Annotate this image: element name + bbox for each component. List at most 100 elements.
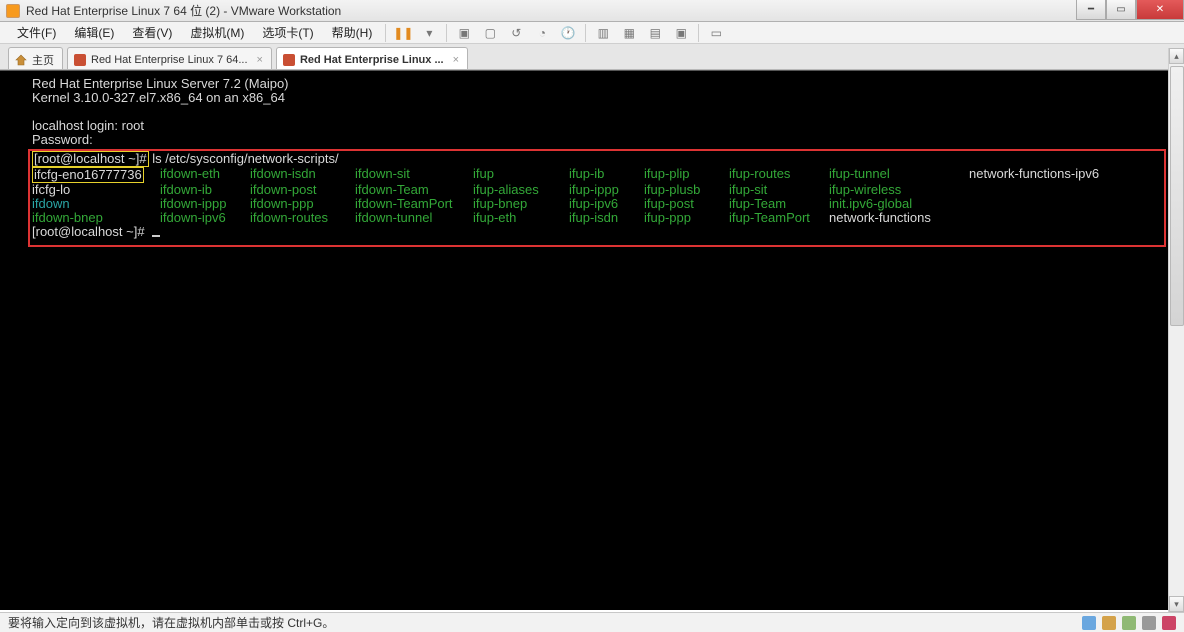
scroll-thumb[interactable]	[1170, 66, 1184, 326]
scroll-up-icon[interactable]: ▴	[1169, 48, 1184, 64]
ls-entry: ifup-routes	[729, 167, 829, 181]
home-icon	[15, 54, 27, 66]
dropdown-icon[interactable]: ▾	[421, 25, 437, 41]
ls-entry: ifup-Team	[729, 197, 829, 211]
menu-vm[interactable]: 虚拟机(M)	[181, 22, 253, 43]
tab-vm-1[interactable]: Red Hat Enterprise Linux 7 64... ×	[67, 47, 272, 69]
statusbar: 要将输入定向到该虚拟机，请在虚拟机内部单击或按 Ctrl+G。	[0, 612, 1184, 632]
device-icon[interactable]	[1082, 616, 1096, 630]
terminal-view[interactable]: Red Hat Enterprise Linux Server 7.2 (Mai…	[0, 70, 1184, 610]
ls-entry: ifup-aliases	[473, 183, 569, 197]
device-icon[interactable]	[1162, 616, 1176, 630]
separator	[585, 24, 586, 42]
ls-entry: ifup-wireless	[829, 183, 969, 197]
highlight-region: [root@localhost ~]# ls /etc/sysconfig/ne…	[28, 149, 1166, 247]
vertical-scrollbar[interactable]: ▴ ▾	[1168, 48, 1184, 612]
banner-line: Red Hat Enterprise Linux Server 7.2 (Mai…	[32, 77, 289, 91]
fullscreen-icon[interactable]: ▣	[673, 25, 689, 41]
status-text: 要将输入定向到该虚拟机，请在虚拟机内部单击或按 Ctrl+G。	[8, 614, 334, 631]
ls-entry: ifup-plusb	[644, 183, 729, 197]
ls-entry: network-functions-ipv6	[969, 167, 1149, 181]
menu-file[interactable]: 文件(F)	[8, 22, 65, 43]
ls-entry: ifup-post	[644, 197, 729, 211]
device-icon[interactable]	[1142, 616, 1156, 630]
shell-prompt: [root@localhost ~]#	[32, 225, 145, 239]
ls-entry: ifdown-ib	[160, 183, 250, 197]
close-button[interactable]: ✕	[1136, 0, 1184, 20]
ls-entry: ifdown-TeamPort	[355, 197, 473, 211]
ls-entry: ifdown-eth	[160, 167, 250, 181]
ls-entry: ifup-ib	[569, 167, 644, 181]
ls-entry: ifup-sit	[729, 183, 829, 197]
manage-icon[interactable]: ◔	[534, 25, 550, 41]
ls-entry: ifup	[473, 167, 569, 181]
separator	[698, 24, 699, 42]
vm-icon	[74, 54, 86, 66]
menu-view[interactable]: 查看(V)	[123, 22, 181, 43]
ls-entry: ifdown-bnep	[32, 211, 160, 225]
app-icon	[6, 4, 20, 18]
menu-help[interactable]: 帮助(H)	[323, 22, 382, 43]
pause-icon[interactable]: ❚❚	[395, 25, 411, 41]
separator	[385, 24, 386, 42]
ls-entry: ifup-eth	[473, 211, 569, 225]
screenshot-icon[interactable]: ▢	[482, 25, 498, 41]
clock-icon[interactable]: 🕐	[560, 25, 576, 41]
tab-label: Red Hat Enterprise Linux 7 64...	[91, 54, 248, 66]
window-title: Red Hat Enterprise Linux 7 64 位 (2) - VM…	[26, 2, 341, 19]
window-titlebar: Red Hat Enterprise Linux 7 64 位 (2) - VM…	[0, 0, 1184, 22]
close-tab-icon[interactable]: ×	[253, 54, 263, 66]
ls-entry: ifdown-routes	[250, 211, 355, 225]
tabstrip: 主页 Red Hat Enterprise Linux 7 64... × Re…	[0, 44, 1184, 70]
menu-edit[interactable]: 编辑(E)	[65, 22, 123, 43]
revert-icon[interactable]: ↺	[508, 25, 524, 41]
ls-entry: ifup-plip	[644, 167, 729, 181]
window-buttons: ━ ▭ ✕	[1076, 0, 1184, 20]
library-icon[interactable]: ▭	[708, 25, 724, 41]
ls-entry: ifup-ipv6	[569, 197, 644, 211]
tab-label: Red Hat Enterprise Linux ...	[300, 54, 444, 66]
tab-label: 主页	[32, 52, 54, 68]
cursor	[152, 235, 160, 237]
vm-icon	[283, 54, 295, 66]
ls-entry: ifup-TeamPort	[729, 211, 829, 225]
ls-entry: ifdown-ippp	[160, 197, 250, 211]
ls-entry: ifup-ppp	[644, 211, 729, 225]
ls-entry: ifdown-sit	[355, 167, 473, 181]
password-prompt: Password:	[32, 133, 93, 147]
thumbnail-icon[interactable]: ▤	[647, 25, 663, 41]
ls-entry: ifup-tunnel	[829, 167, 969, 181]
status-icons	[1082, 616, 1176, 630]
ls-output: ifcfg-eno16777736ifdown-ethifdown-isdnif…	[32, 167, 1160, 225]
snapshot-icon[interactable]: ▣	[456, 25, 472, 41]
ls-entry: ifup-ippp	[569, 183, 644, 197]
scroll-down-icon[interactable]: ▾	[1169, 596, 1184, 612]
ls-entry: ifdown-tunnel	[355, 211, 473, 225]
close-tab-icon[interactable]: ×	[449, 54, 459, 66]
menubar: 文件(F) 编辑(E) 查看(V) 虚拟机(M) 选项卡(T) 帮助(H) ❚❚…	[0, 22, 1184, 44]
console-icon[interactable]: ▥	[595, 25, 611, 41]
shell-prompt: [root@localhost ~]#	[32, 151, 149, 167]
tab-vm-2[interactable]: Red Hat Enterprise Linux ... ×	[276, 47, 468, 69]
minimize-button[interactable]: ━	[1076, 0, 1106, 20]
device-icon[interactable]	[1122, 616, 1136, 630]
ls-entry: ifdown-post	[250, 183, 355, 197]
ls-entry: ifdown-Team	[355, 183, 473, 197]
ls-entry: network-functions	[829, 211, 969, 225]
ls-entry: ifup-isdn	[569, 211, 644, 225]
ls-entry: ifdown	[32, 197, 160, 211]
ls-entry: ifcfg-eno16777736	[32, 167, 160, 183]
separator	[446, 24, 447, 42]
shell-command: ls /etc/sysconfig/network-scripts/	[152, 152, 338, 166]
ls-entry: ifdown-ppp	[250, 197, 355, 211]
ls-entry: ifcfg-lo	[32, 183, 160, 197]
device-icon[interactable]	[1102, 616, 1116, 630]
menu-tabs[interactable]: 选项卡(T)	[253, 22, 322, 43]
tab-home[interactable]: 主页	[8, 47, 63, 69]
maximize-button[interactable]: ▭	[1106, 0, 1136, 20]
ls-entry: init.ipv6-global	[829, 197, 969, 211]
banner-line: Kernel 3.10.0-327.el7.x86_64 on an x86_6…	[32, 91, 285, 105]
ls-entry: ifdown-ipv6	[160, 211, 250, 225]
ls-entry: ifdown-isdn	[250, 167, 355, 181]
unity-icon[interactable]: ▦	[621, 25, 637, 41]
